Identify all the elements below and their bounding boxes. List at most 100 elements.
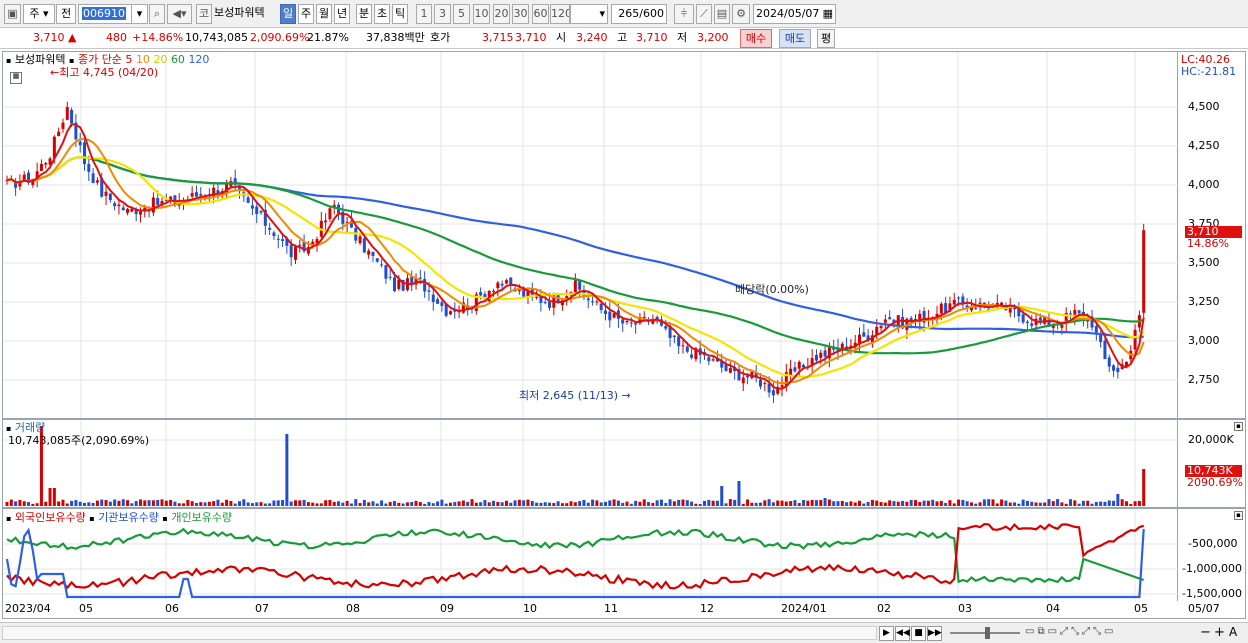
volume-title[interactable]: 거래량 — [15, 421, 45, 434]
volume-bar — [1064, 503, 1068, 506]
interval-button[interactable]: 120 — [550, 4, 570, 24]
buy-button[interactable]: 매수 — [740, 29, 772, 48]
pane-close-icon[interactable]: ▪ — [1234, 422, 1243, 431]
volume-bar — [969, 502, 973, 506]
volume-bar — [616, 500, 620, 506]
settings-gear-icon[interactable]: ⚙ — [732, 4, 750, 24]
candle-body — [358, 236, 362, 244]
period-tab[interactable]: 틱 — [392, 4, 408, 24]
interval-button[interactable]: 5 — [453, 4, 470, 24]
stop-icon[interactable]: ■ — [911, 626, 926, 641]
volume-bar — [836, 501, 840, 506]
period-tab[interactable]: 초 — [374, 4, 390, 24]
horizontal-scrollbar[interactable] — [2, 626, 877, 640]
volume-bar — [83, 502, 87, 506]
code-dropdown-chevron-icon[interactable]: ▾ — [131, 4, 148, 24]
rewind-icon[interactable]: ◀◀ — [895, 626, 910, 641]
volume-bar — [926, 500, 930, 506]
pane-close-icon[interactable]: ▪ — [1234, 511, 1243, 520]
prev-button[interactable]: 전 — [56, 4, 76, 24]
volume-bar — [677, 499, 681, 506]
interval-button[interactable]: 3 — [434, 4, 451, 24]
volume-bar — [978, 502, 982, 506]
legend-ma20[interactable]: 20 — [153, 53, 167, 66]
search-icon[interactable]: ⌕ — [149, 4, 165, 24]
zoom-in-icon[interactable]: + — [1214, 625, 1225, 640]
volume-bar — [1090, 503, 1094, 506]
period-tab[interactable]: 일 — [280, 4, 296, 24]
scroll-right-icon[interactable]: ▶ — [879, 626, 894, 641]
data-count-input[interactable]: 265/600 — [611, 4, 667, 24]
volume-bar — [733, 499, 737, 506]
period-tab[interactable]: 년 — [334, 4, 350, 24]
speaker-icon[interactable]: ◀▾ — [167, 4, 192, 24]
legend-ma10[interactable]: 10 — [136, 53, 150, 66]
candle-body — [793, 367, 797, 372]
volume-bar — [1103, 501, 1107, 506]
fast-forward-icon[interactable]: ▶▶ — [927, 626, 942, 641]
volume-bar — [1047, 499, 1051, 506]
date-input[interactable]: 2024/05/07 ▦ — [753, 4, 836, 24]
volume-bar — [44, 501, 48, 506]
stock-code-value: 006910 — [82, 7, 126, 20]
volume-bar — [698, 503, 702, 506]
candle-body — [199, 194, 203, 196]
interval-button[interactable]: 60 — [532, 4, 549, 24]
table-icon[interactable]: ▦ — [10, 72, 22, 84]
interval-button[interactable]: 1 — [416, 4, 432, 24]
candle-body — [126, 208, 130, 213]
x-axis-label: 04 — [1046, 602, 1060, 615]
ask-label: 호가 — [430, 31, 451, 44]
zoom-slider-handle[interactable] — [985, 627, 990, 639]
market-select[interactable]: 주 ▾ — [23, 4, 55, 24]
interval-button[interactable]: 20 — [493, 4, 510, 24]
code-label[interactable]: 코 — [196, 4, 212, 24]
volume-bar — [690, 501, 694, 506]
open-label: 시 — [556, 31, 567, 44]
volume-bar — [1116, 494, 1120, 506]
volume-bar — [1051, 501, 1055, 506]
volume-pct: 2,090.69% — [250, 31, 310, 44]
legend-square-icon: ▪ — [6, 424, 12, 433]
period-tab[interactable]: 분 — [356, 4, 372, 24]
candle-body — [423, 279, 427, 292]
volume-bar — [5, 501, 9, 506]
low-price: 3,200 — [697, 31, 729, 44]
volume-bar — [1021, 499, 1025, 506]
volume-bar — [104, 500, 108, 506]
legend-individual-holdings[interactable]: 개인보유수량 — [171, 511, 232, 524]
legend-ma-label[interactable]: 종가 단순 — [78, 53, 122, 66]
interval-button[interactable]: 30 — [512, 4, 529, 24]
period-tab[interactable]: 주 — [298, 4, 314, 24]
period-tab[interactable]: 월 — [316, 4, 332, 24]
candle-body — [603, 310, 607, 315]
candle-body — [388, 276, 392, 278]
save-icon[interactable]: ▤ — [714, 4, 730, 24]
legend-foreign-holdings[interactable]: 외국인보유수량 — [15, 511, 86, 524]
candle-body — [1030, 323, 1034, 326]
candle-body — [1133, 329, 1137, 350]
interval-button[interactable]: 10 — [473, 4, 490, 24]
tool-icons[interactable]: ▭⧉▭⤢⤡⤢⤡▭ — [1025, 626, 1117, 637]
trend-line-icon[interactable]: ⟋ — [696, 4, 712, 24]
volume-bar — [987, 499, 991, 506]
volume-bar — [255, 502, 259, 506]
zoom-out-icon[interactable]: − — [1200, 625, 1211, 640]
volume-bar — [405, 502, 409, 506]
volume-bar — [883, 502, 887, 506]
auto-scale-icon[interactable]: A — [1229, 625, 1237, 639]
candle-type-icon[interactable]: ⫩ — [674, 4, 694, 24]
interval-dropdown[interactable]: ▾ — [570, 4, 608, 24]
evaluate-button[interactable]: 평 — [817, 29, 835, 48]
volume-bar — [470, 499, 474, 506]
window-menu-icon[interactable]: ▣ — [4, 4, 21, 24]
calendar-icon[interactable]: ▦ — [823, 5, 833, 23]
holdings-y-tick: -500,000 — [1188, 537, 1238, 550]
sell-button[interactable]: 매도 — [779, 29, 811, 48]
legend-stock-name[interactable]: 보성파워텍 — [15, 53, 66, 66]
volume-bar — [918, 502, 922, 506]
legend-ma5[interactable]: 5 — [125, 53, 132, 66]
legend-ma60[interactable]: 60 — [171, 53, 185, 66]
legend-ma120[interactable]: 120 — [188, 53, 209, 66]
legend-institution-holdings[interactable]: 기관보유수량 — [98, 511, 159, 524]
